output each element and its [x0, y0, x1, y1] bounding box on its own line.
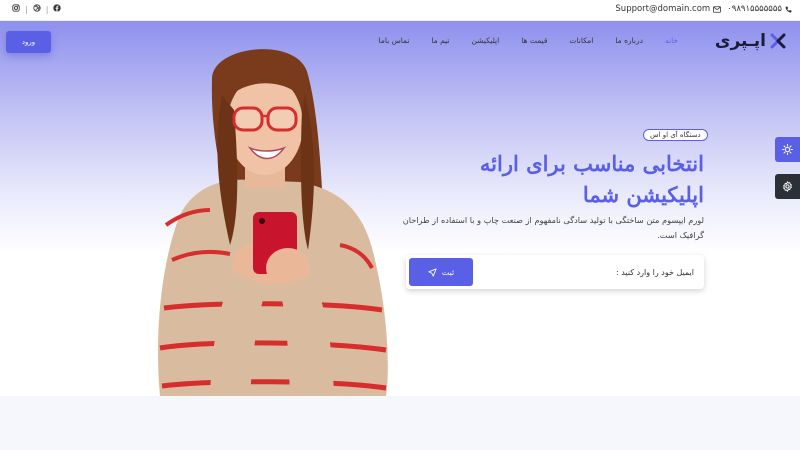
envelope-icon [713, 5, 722, 13]
logo[interactable]: اپـپری [715, 31, 786, 51]
logo-mark-icon [770, 33, 786, 49]
hero-description: لورم ایپسوم متن ساختگی با تولید سادگی نا… [402, 215, 704, 240]
email-link[interactable]: Support@domain.com [615, 4, 722, 14]
theme-toggle-button[interactable] [775, 137, 800, 162]
main-nav: اپـپری خانه درباره ما امکانات قیمت ها اپ… [0, 21, 800, 61]
send-icon [428, 267, 437, 277]
nav-item-pricing[interactable]: قیمت ها [521, 36, 547, 45]
phone-number: ۰۹۸۹۱۵۵۵۵۵۵۵ [727, 4, 782, 14]
email-subscribe-form: ثبت [406, 255, 704, 289]
nav-item-about[interactable]: درباره ما [615, 36, 643, 45]
logo-text: اپـپری [714, 31, 766, 51]
instagram-icon[interactable] [12, 4, 20, 15]
email-input[interactable] [474, 255, 694, 289]
facebook-icon[interactable] [53, 4, 62, 15]
contact-info: Support@domain.com ۰۹۸۹۱۵۵۵۵۵۵۵ [615, 4, 792, 14]
submit-label: ثبت [441, 267, 455, 277]
social-links: | | [12, 4, 62, 15]
top-bar: | | Support@domain.com ۰۹۸۹۱۵۵۵۵۵۵۵ [0, 0, 800, 21]
divider: | [45, 5, 49, 14]
nav-item-team[interactable]: تیم ما [431, 36, 449, 45]
phone-icon [785, 6, 792, 12]
nav-item-application[interactable]: اپلیکیشن [472, 36, 500, 45]
settings-button[interactable] [775, 174, 800, 199]
hero-headline: انتخابی مناسب برای ارائه اپلیکیشن شما [414, 148, 704, 210]
login-button[interactable]: ورود [6, 31, 51, 53]
nav-menu: خانه درباره ما امکانات قیمت ها اپلیکیشن … [379, 36, 678, 45]
support-email: Support@domain.com [615, 4, 711, 14]
headline-line-2: اپلیکیشن شما [582, 182, 704, 207]
dribbble-icon[interactable] [33, 4, 41, 15]
platform-badge: دستگاه آی او اس [643, 129, 708, 141]
gear-icon [783, 181, 792, 192]
divider: | [25, 5, 28, 14]
sun-icon [782, 144, 793, 155]
nav-item-home[interactable]: خانه [665, 36, 678, 45]
hero-woman-image [158, 49, 388, 396]
phone-link[interactable]: ۰۹۸۹۱۵۵۵۵۵۵۵ [727, 4, 792, 14]
submit-button[interactable]: ثبت [409, 258, 473, 286]
nav-item-features[interactable]: امکانات [569, 36, 593, 45]
headline-line-1: انتخابی مناسب برای ارائه [479, 151, 704, 176]
